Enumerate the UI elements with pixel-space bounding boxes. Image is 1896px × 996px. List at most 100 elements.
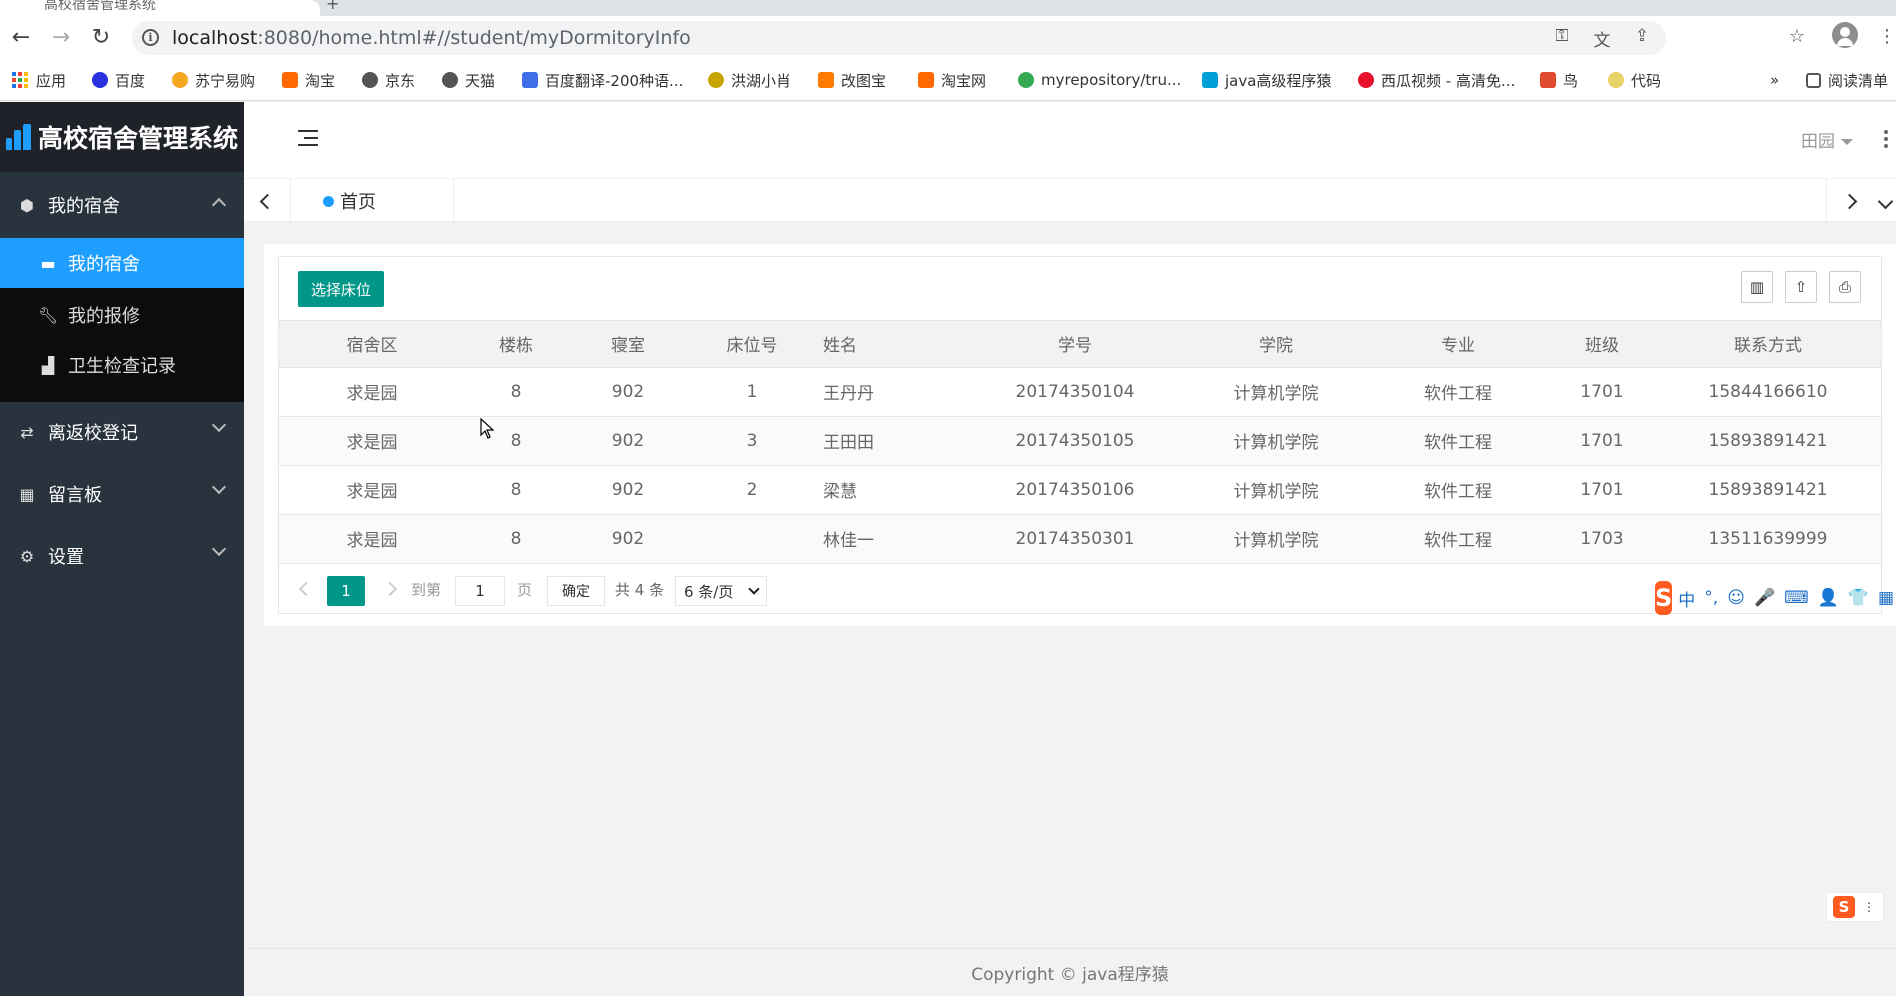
bookmark-item[interactable]: 淘宝网 — [918, 69, 986, 91]
sidebar-item-my-dorm[interactable]: ▬ 我的宿舍 — [0, 238, 244, 288]
ime-mini-widget[interactable]: S ⋮ — [1826, 892, 1884, 922]
nav-group-message-board[interactable]: ▦ 留言板 — [0, 462, 244, 526]
table-cell: 软件工程 — [1367, 514, 1549, 564]
ime-chinese-mode-icon[interactable]: 中 — [1678, 586, 1695, 611]
bookmark-item[interactable]: myrepository/tru... — [1018, 69, 1181, 91]
browser-toolbar: ← → ↻ i localhost:8080/home.html#//stude… — [0, 16, 1896, 61]
app-logo[interactable]: 高校宿舍管理系统 — [0, 102, 244, 172]
table-cell: 求是园 — [279, 465, 465, 515]
ime-tools-icon[interactable]: ▦ — [1878, 588, 1894, 608]
column-header[interactable]: 专业 — [1367, 321, 1549, 368]
gaitubao-icon — [818, 72, 834, 88]
more-vertical-icon[interactable] — [1884, 130, 1888, 150]
browser-tab[interactable]: 高校宿舍管理系统 — [0, 0, 320, 16]
bookmark-star-icon[interactable]: ☆ — [1782, 21, 1812, 51]
ime-skin-icon[interactable]: 👕 — [1848, 588, 1869, 608]
bilibili-icon — [1202, 72, 1218, 88]
bookmark-item[interactable]: 百度翻译-200种语... — [522, 69, 683, 91]
ime-emoji-icon[interactable]: ☺ — [1727, 588, 1745, 608]
table-row[interactable]: 求是园 8 902 3 王田田 20174350105 计算机学院 软件工程 1… — [279, 416, 1881, 466]
bookmark-item[interactable]: 代码 — [1608, 69, 1661, 91]
tabs-prev-button[interactable] — [244, 179, 290, 223]
table-cell — [689, 514, 815, 564]
content-card: 选择床位 ▥ ⇧ ⎙ 宿舍区 楼栋 寝室 床位号 姓名 学号 学院 专业 班级 … — [264, 244, 1896, 626]
nav-group-my-dorm[interactable]: ⬢ 我的宿舍 — [0, 172, 244, 238]
sidebar-item-repairs[interactable]: 🔧︎ 我的报修 — [0, 290, 244, 340]
profile-avatar[interactable] — [1832, 22, 1858, 48]
reload-icon[interactable]: ↻ — [86, 22, 116, 52]
sidebar-toggle-icon[interactable] — [298, 130, 318, 146]
column-header[interactable]: 联系方式 — [1655, 321, 1881, 368]
tabs-next-button[interactable] — [1826, 179, 1872, 223]
address-url[interactable]: localhost:8080/home.html#//student/myDor… — [172, 27, 691, 49]
page-size-select[interactable]: 6 条/页 — [675, 576, 767, 606]
baidu-icon — [92, 72, 108, 88]
column-header[interactable]: 学号 — [965, 321, 1185, 368]
column-header[interactable]: 班级 — [1549, 321, 1655, 368]
translate-icon[interactable]: 文 — [1590, 26, 1614, 51]
column-header[interactable]: 寝室 — [567, 321, 689, 368]
table-cell: 8 — [465, 465, 567, 515]
table-cell: 902 — [567, 465, 689, 515]
bookmark-apps[interactable]: 应用 — [12, 69, 66, 91]
page-tabs-bar: 首页 — [244, 178, 1896, 223]
ime-punctuation-icon[interactable]: °, — [1704, 588, 1718, 608]
nav-group-label: 离返校登记 — [48, 423, 138, 444]
goto-page-input[interactable] — [455, 576, 505, 606]
bookmark-item[interactable]: 百度 — [92, 69, 145, 91]
key-icon[interactable]: ⚿ — [1550, 26, 1574, 46]
chevron-down-icon — [211, 479, 227, 495]
info-icon[interactable]: i — [142, 29, 159, 46]
back-arrow-icon[interactable]: ← — [6, 22, 36, 52]
address-bar[interactable]: i localhost:8080/home.html#//student/myD… — [132, 21, 1666, 55]
next-page-icon[interactable] — [382, 581, 398, 597]
columns-filter-icon[interactable]: ▥ — [1741, 271, 1773, 303]
cube-icon: ⬢ — [20, 195, 34, 215]
forward-arrow-icon[interactable]: → — [46, 22, 76, 52]
bookmark-item[interactable]: 改图宝 — [818, 69, 886, 91]
ime-keyboard-icon[interactable]: ⌨ — [1784, 588, 1809, 608]
reading-list[interactable]: 阅读清单 — [1806, 69, 1888, 91]
globe-icon — [442, 72, 458, 88]
column-header[interactable]: 学院 — [1185, 321, 1367, 368]
table-row[interactable]: 求是园 8 902 1 王丹丹 20174350104 计算机学院 软件工程 1… — [279, 367, 1881, 417]
bookmark-item[interactable]: 苏宁易购 — [172, 69, 255, 91]
select-bed-button[interactable]: 选择床位 — [298, 271, 384, 307]
table-row[interactable]: 求是园 8 902 2 梁慧 20174350106 计算机学院 软件工程 17… — [279, 465, 1881, 515]
bookmark-item[interactable]: 淘宝 — [282, 69, 335, 91]
table-cell: 8 — [465, 514, 567, 564]
browser-menu-icon[interactable]: ⋮ — [1872, 21, 1896, 51]
user-menu[interactable]: 田园 — [1801, 127, 1853, 152]
column-header[interactable]: 楼栋 — [465, 321, 567, 368]
column-header[interactable]: 姓名 — [815, 321, 965, 368]
ime-user-icon[interactable]: 👤 — [1818, 588, 1839, 608]
table-cell: 1703 — [1549, 514, 1655, 564]
sidebar-item-hygiene-records[interactable]: ▟ 卫生检查记录 — [0, 340, 244, 390]
suning-icon — [172, 72, 188, 88]
print-icon[interactable]: ⎙ — [1829, 271, 1861, 303]
prev-page-icon[interactable] — [298, 581, 314, 597]
column-header[interactable]: 宿舍区 — [279, 321, 465, 368]
nav-group-leave-return[interactable]: ⇄ 离返校登记 — [0, 400, 244, 464]
new-tab-icon[interactable]: + — [326, 0, 339, 13]
bookmark-item[interactable]: java高级程序猿 — [1202, 69, 1331, 91]
column-header[interactable]: 床位号 — [689, 321, 815, 368]
bookmark-item[interactable]: 天猫 — [442, 69, 495, 91]
nav-group-settings[interactable]: ⚙ 设置 — [0, 524, 244, 588]
export-icon[interactable]: ⇧ — [1785, 271, 1817, 303]
tab-home[interactable]: 首页 — [290, 179, 454, 223]
table-cell: 15844166610 — [1655, 367, 1881, 417]
tabs-dropdown-button[interactable] — [1874, 179, 1896, 223]
ime-voice-icon[interactable]: 🎤 — [1754, 588, 1775, 608]
goto-confirm-button[interactable]: 确定 — [547, 576, 605, 606]
page-number-current[interactable]: 1 — [327, 576, 365, 606]
bookmark-item[interactable]: 洪湖小肖 — [708, 69, 791, 91]
ime-toolbar[interactable]: S 中 °, ☺ 🎤 ⌨ 👤 👕 ▦ — [1655, 580, 1896, 616]
browser-tabstrip: 高校宿舍管理系统 + — [0, 0, 1896, 16]
bookmarks-more-icon[interactable]: » — [1770, 69, 1779, 91]
table-row[interactable]: 求是园 8 902 林佳一 20174350301 计算机学院 软件工程 170… — [279, 514, 1881, 564]
share-icon[interactable]: ⇪ — [1630, 26, 1654, 46]
bookmark-item[interactable]: 京东 — [362, 69, 415, 91]
bookmark-item[interactable]: 西瓜视频 - 高清免... — [1358, 69, 1515, 91]
bookmark-item[interactable]: 鸟 — [1540, 69, 1578, 91]
